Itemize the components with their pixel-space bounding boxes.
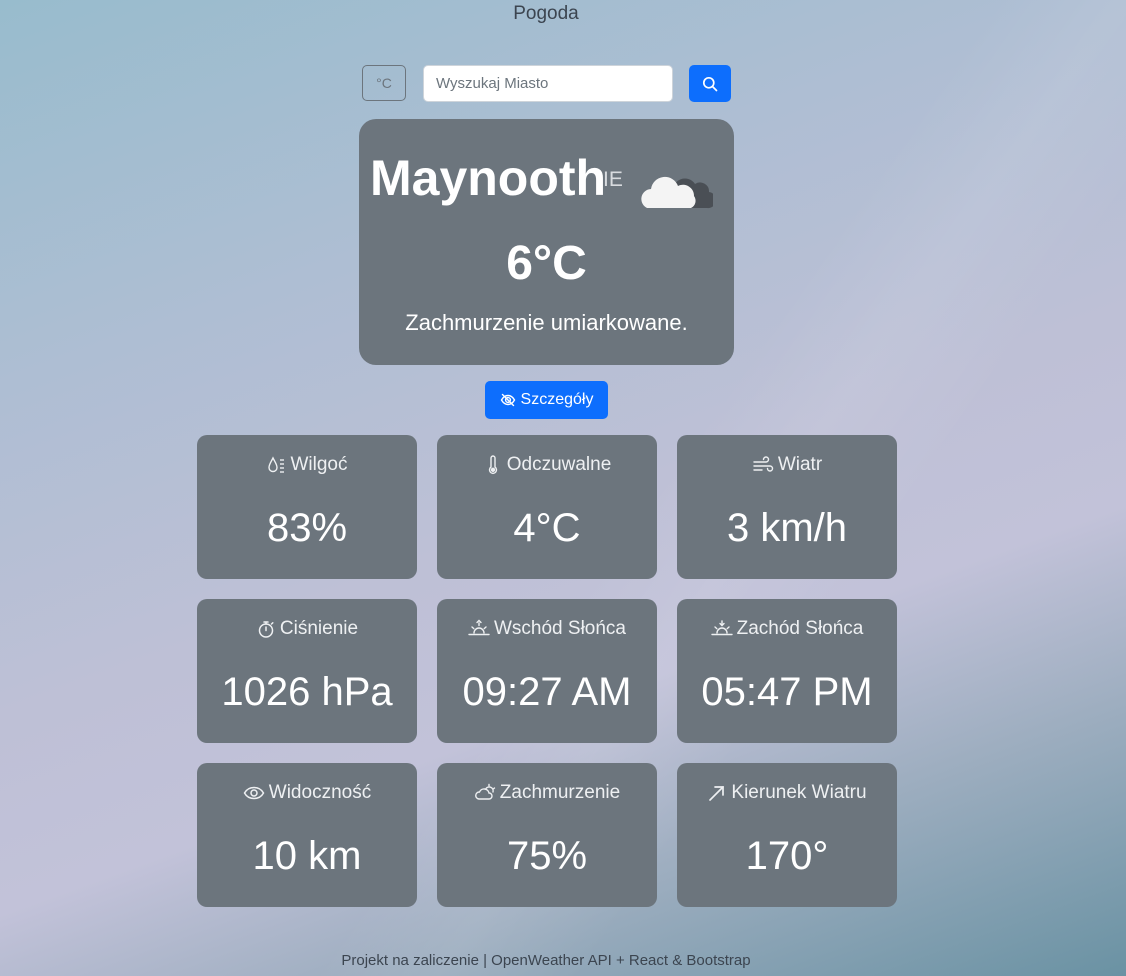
tile-value: 170° [745,834,829,878]
cloud-sun-icon [474,783,496,803]
sunset-icon [710,619,733,639]
eye-icon [243,783,265,803]
tile-value: 75% [506,834,588,878]
footer-text: Projekt na zaliczenie | OpenWeather API … [341,952,751,969]
tile-value: 09:27 AM [462,670,632,714]
unit-toggle-button[interactable]: °C [362,65,406,101]
city-name: Maynooth [370,150,607,206]
stopwatch-icon [256,619,276,639]
tile-label: Wschód Słońca [493,618,626,639]
tile-value: 83% [266,506,348,550]
tile-value: 1026 hPa [221,670,393,714]
tile-value: 4°C [513,506,581,550]
details-toggle-button[interactable]: Szczegóły [485,381,608,419]
thermometer-icon [483,455,503,475]
wind-icon [752,455,774,475]
city-search-input[interactable] [423,65,673,102]
tile-label: Wiatr [777,454,823,475]
tile-label: Ciśnienie [279,618,359,639]
eye-slash-icon [500,392,516,408]
tile-label: Wilgoć [290,454,348,475]
tile-label: Zachmurzenie [499,782,621,803]
app-title: Pogoda [513,3,579,24]
tile-humidity: Wilgoć 83% [197,435,417,579]
current-temperature: 6°C [506,237,587,290]
details-button-label: Szczegóły [520,391,594,408]
search-button[interactable] [689,65,731,102]
tile-wind: Wiatr 3 km/h [677,435,897,579]
weather-description: Zachmurzenie umiarkowane. [405,310,688,335]
tile-label: Kierunek Wiatru [731,782,867,803]
tile-sunset: Zachód Słońca 05:47 PM [677,599,897,743]
tile-cloudiness: Zachmurzenie 75% [437,763,657,907]
cloudy-icon [637,162,713,214]
tile-wind-direction: Kierunek Wiatru 170° [677,763,897,907]
sunrise-icon [468,619,490,639]
tile-pressure: Ciśnienie 1026 hPa [197,599,417,743]
current-weather-card: Maynooth IE 6°C Zachmurzenie umiarkowane… [359,119,734,365]
tile-label: Odczuwalne [506,454,612,475]
humidity-icon [266,455,286,475]
search-icon [702,76,718,92]
country-code: IE [603,168,623,191]
tile-label: Zachód Słońca [736,618,864,639]
tile-visibility: Widoczność 10 km [197,763,417,907]
arrow-up-right-icon [707,783,727,803]
tile-sunrise: Wschód Słońca 09:27 AM [437,599,657,743]
tile-value: 05:47 PM [701,670,873,714]
tile-label: Widoczność [268,782,372,803]
tile-feels-like: Odczuwalne 4°C [437,435,657,579]
tile-value: 10 km [252,834,362,878]
tile-value: 3 km/h [726,506,848,550]
